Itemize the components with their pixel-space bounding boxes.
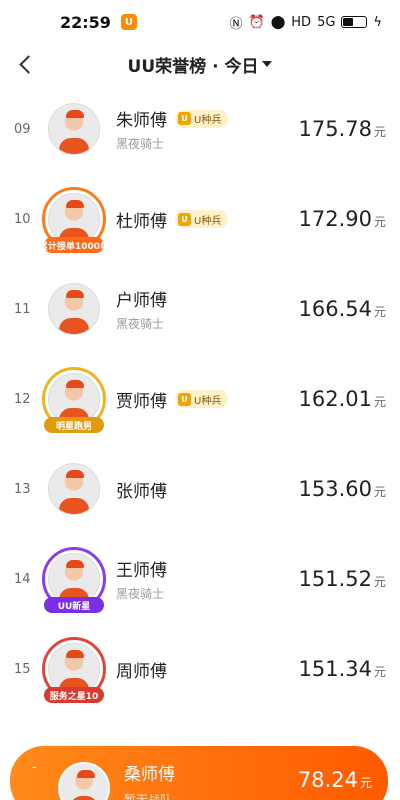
amount-unit: 元 bbox=[373, 305, 386, 319]
ranking-row[interactable]: 10 累计接单1000单 杜师傅 U U种兵 172.90 元 bbox=[0, 174, 400, 264]
rank-number: 09 bbox=[14, 121, 31, 137]
avatar: 明星跑男 bbox=[42, 367, 106, 433]
avatar: UU新星 bbox=[42, 547, 106, 613]
nav-bar: UU荣誉榜 · 今日 bbox=[0, 44, 400, 84]
amount-value: 151.52 bbox=[298, 567, 372, 591]
u-soldier-icon: U bbox=[178, 212, 191, 226]
avatar: 服务之星10 bbox=[42, 637, 106, 703]
team-name: 黑夜骑士 bbox=[116, 137, 165, 151]
status-icons: Ⓝ ⏰ ⬤ HD 5G ϟ bbox=[230, 13, 383, 32]
my-rank-bar[interactable]: - 桑师傅 暂无战队 78.24 元 bbox=[10, 746, 388, 800]
rank-number: 11 bbox=[14, 301, 31, 317]
amount-unit: 元 bbox=[373, 215, 386, 229]
amount-unit: 元 bbox=[373, 125, 386, 139]
amount: 151.34 元 bbox=[299, 657, 400, 681]
my-name: 桑师傅 bbox=[124, 765, 175, 785]
u-soldier-icon: U bbox=[178, 392, 191, 406]
page-title[interactable]: UU荣誉榜 · 今日 bbox=[128, 52, 273, 77]
my-rank-number: - bbox=[32, 760, 37, 775]
amount-unit: 元 bbox=[373, 575, 386, 589]
my-amount-unit: 元 bbox=[359, 776, 372, 790]
charging-icon: ϟ bbox=[373, 14, 382, 30]
ranking-row[interactable]: 12 明星跑男 贾师傅 U U种兵 162.01 元 bbox=[0, 354, 400, 444]
amount-value: 162.01 bbox=[298, 387, 372, 411]
courier-name: 王师傅 bbox=[116, 561, 167, 581]
amount-unit: 元 bbox=[373, 665, 386, 679]
amount: 172.90 元 bbox=[299, 207, 400, 231]
hd-icon: HD bbox=[291, 14, 312, 30]
courier-name: 张师傅 bbox=[116, 481, 167, 502]
frame-label: 明星跑男 bbox=[44, 417, 104, 433]
page-title-text: UU荣誉榜 · 今日 bbox=[127, 56, 259, 77]
courier-name: 杜师傅 bbox=[116, 211, 167, 232]
battery-icon bbox=[341, 16, 368, 28]
back-button[interactable] bbox=[10, 48, 40, 80]
team-name: 黑夜骑士 bbox=[116, 317, 165, 331]
amount-value: 166.54 bbox=[298, 297, 372, 321]
courier-name: 贾师傅 bbox=[116, 391, 167, 412]
signal-icon: 5G bbox=[317, 14, 336, 30]
rank-number: 15 bbox=[14, 661, 31, 677]
amount-value: 151.34 bbox=[298, 657, 372, 681]
courier-name: 朱师傅 bbox=[116, 111, 167, 131]
ranking-row[interactable]: 09 朱师傅 U U种兵 黑夜骑士 175.78 元 bbox=[0, 84, 400, 174]
rank-number: 12 bbox=[14, 391, 31, 407]
my-amount-value: 78.24 bbox=[297, 768, 358, 792]
courier-name: 户师傅 bbox=[116, 291, 167, 311]
ranking-row[interactable]: 15 服务之星10 周师傅 151.34 元 bbox=[0, 624, 400, 714]
rank-number: 14 bbox=[14, 571, 31, 587]
frame-label: 服务之星10 bbox=[44, 687, 104, 703]
u-soldier-icon: U bbox=[178, 112, 191, 125]
frame-label: 累计接单1000单 bbox=[39, 237, 109, 253]
status-time: 22:59 bbox=[60, 12, 111, 32]
amount: 162.01 元 bbox=[299, 387, 400, 411]
amount-unit: 元 bbox=[373, 395, 386, 409]
avatar: 累计接单1000单 bbox=[39, 187, 109, 253]
status-bar: 22:59 U Ⓝ ⏰ ⬤ HD 5G ϟ bbox=[0, 0, 400, 44]
location-icon: ⬤ bbox=[270, 14, 286, 30]
rank-number: 10 bbox=[14, 211, 31, 227]
avatar bbox=[46, 281, 102, 337]
my-team-name: 暂无战队 bbox=[124, 793, 173, 800]
amount: 153.60 元 bbox=[299, 477, 400, 501]
amount-value: 175.78 bbox=[298, 117, 372, 141]
courier-name: 周师傅 bbox=[116, 661, 167, 682]
ranking-list: 09 朱师傅 U U种兵 黑夜骑士 175.78 元 10 累计接单1000单 杜… bbox=[0, 84, 400, 714]
caret-down-icon bbox=[262, 61, 273, 67]
team-name: 黑夜骑士 bbox=[116, 587, 165, 601]
amount-value: 172.90 bbox=[298, 207, 372, 231]
amount: 175.78 元 bbox=[299, 117, 400, 141]
ranking-row[interactable]: 14 UU新星 王师傅 黑夜骑士 151.52 元 bbox=[0, 534, 400, 624]
app-notification-icon: U bbox=[120, 14, 137, 30]
badge: U U种兵 bbox=[175, 210, 229, 228]
avatar bbox=[46, 101, 102, 157]
my-avatar bbox=[56, 760, 112, 800]
rank-number: 13 bbox=[14, 481, 31, 497]
amount: 166.54 元 bbox=[299, 297, 400, 321]
amount-unit: 元 bbox=[373, 485, 386, 499]
nfc-icon: Ⓝ bbox=[229, 16, 243, 32]
badge: U U种兵 bbox=[175, 109, 229, 128]
avatar bbox=[46, 461, 102, 517]
frame-label: UU新星 bbox=[44, 597, 104, 613]
amount-value: 153.60 bbox=[298, 477, 372, 501]
badge: U U种兵 bbox=[175, 390, 229, 408]
amount: 151.52 元 bbox=[299, 567, 400, 591]
alarm-icon: ⏰ bbox=[248, 14, 265, 30]
ranking-row[interactable]: 11 户师傅 黑夜骑士 166.54 元 bbox=[0, 264, 400, 354]
ranking-row[interactable]: 13 张师傅 153.60 元 bbox=[0, 444, 400, 534]
my-amount: 78.24 元 bbox=[298, 768, 388, 792]
